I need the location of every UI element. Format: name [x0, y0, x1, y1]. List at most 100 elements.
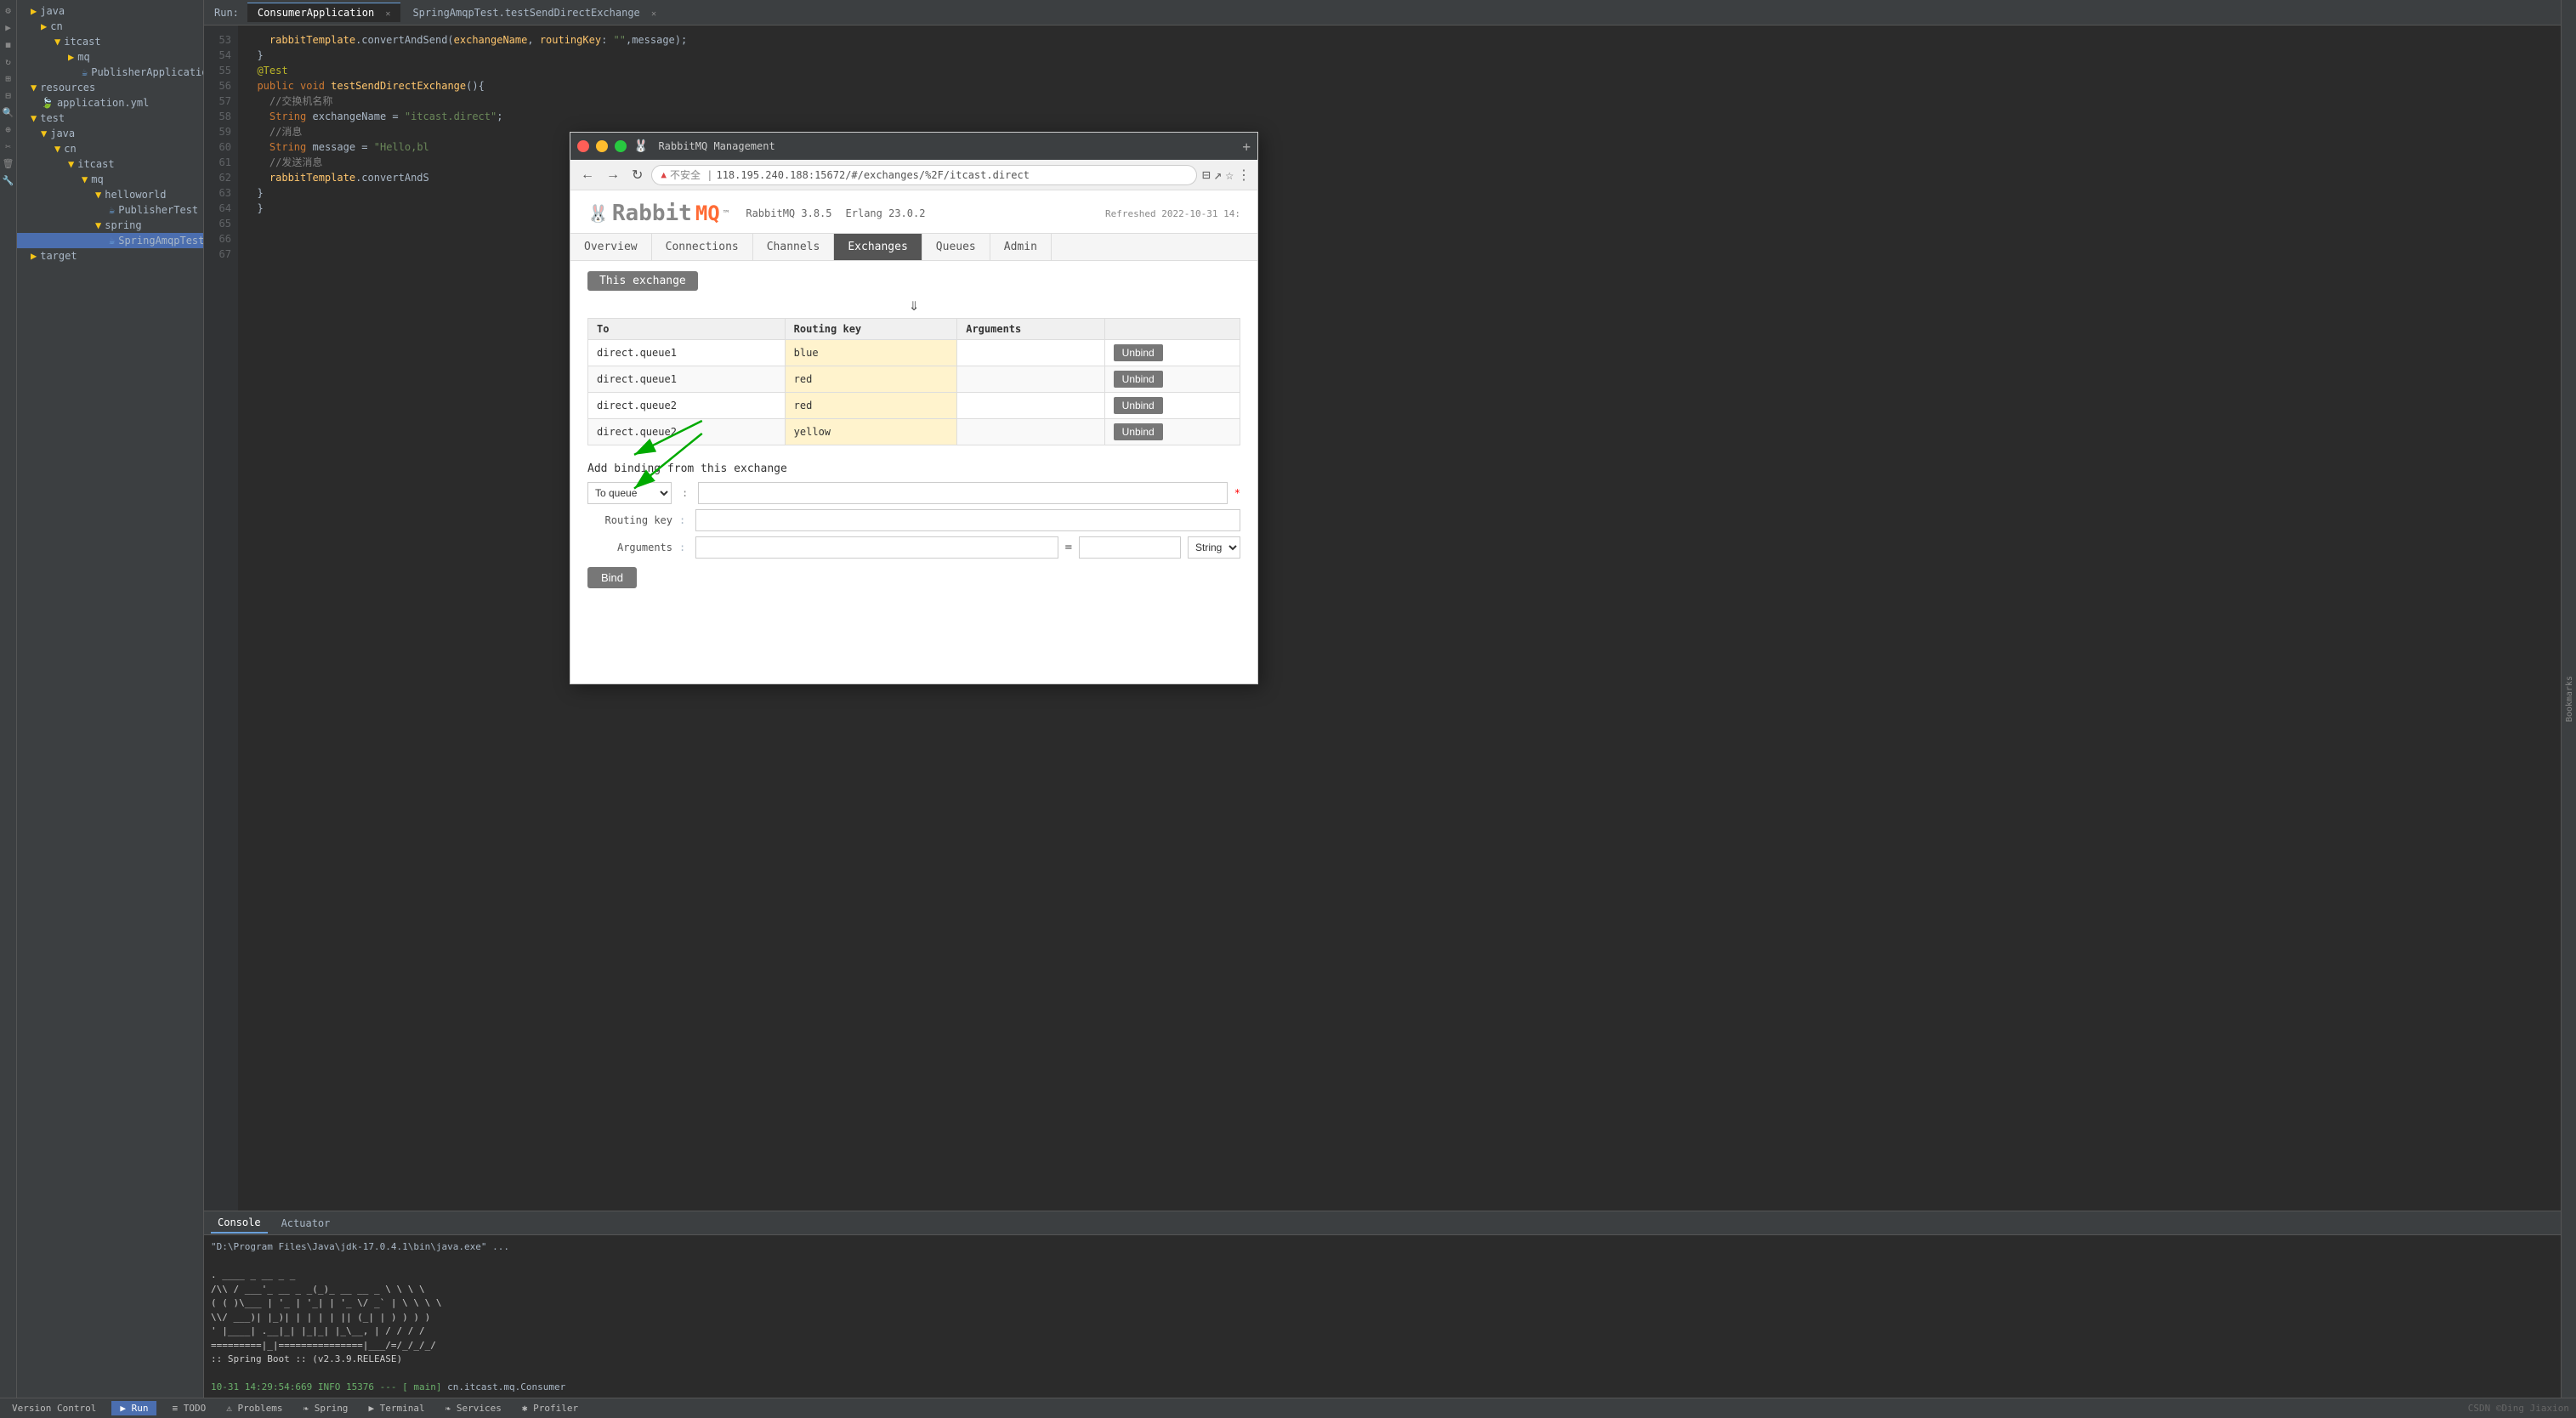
sidebar-bookmarks[interactable]: Bookmarks — [2563, 672, 2576, 725]
insecure-label: 不安全 | — [670, 167, 712, 182]
sidebar-icon-5[interactable]: ⊞ — [2, 71, 15, 85]
rmq-nav: Overview Connections Channels Exchanges … — [570, 234, 1257, 261]
back-button[interactable]: ← — [577, 166, 598, 184]
tree-spring[interactable]: ▼spring — [17, 218, 203, 233]
nav-queues[interactable]: Queues — [922, 234, 990, 260]
browser-min-btn[interactable] — [596, 140, 608, 152]
browser-max-btn[interactable] — [615, 140, 627, 152]
binding-unbind-1[interactable]: Unbind — [1104, 340, 1240, 366]
nav-exchanges[interactable]: Exchanges — [834, 234, 922, 260]
sidebar-icon-8[interactable]: ⊕ — [2, 122, 15, 136]
right-sidebar: Bookmarks Structure — [2561, 0, 2576, 1398]
tree-spring-amqp-test[interactable]: ☕SpringAmqpTest — [17, 233, 203, 248]
status-spring[interactable]: ❧ Spring — [298, 1403, 353, 1414]
binding-args-3 — [957, 393, 1104, 419]
tree-helloworld[interactable]: ▼helloworld — [17, 187, 203, 202]
tree-cn[interactable]: ▶cn — [17, 19, 203, 34]
tree-test[interactable]: ▼test — [17, 111, 203, 126]
string-type-select[interactable]: String — [1188, 536, 1240, 559]
required-star-dest: * — [1234, 487, 1240, 499]
binding-to-2: direct.queue1 — [588, 366, 786, 393]
nav-connections[interactable]: Connections — [652, 234, 753, 260]
sidebar-icon-3[interactable]: ◼ — [2, 37, 15, 51]
tree-publisher-test[interactable]: ☕PublisherTest — [17, 202, 203, 218]
sidebar-icon-10[interactable]: 🗑 — [2, 156, 15, 170]
rmq-rabbit-icon: 🐰 — [587, 203, 609, 224]
sidebar-icon-11[interactable]: 🔧 — [2, 173, 15, 187]
tree-yml[interactable]: 🍃application.yml — [17, 95, 203, 111]
tab-actuator[interactable]: Actuator — [275, 1214, 338, 1233]
status-todo[interactable]: ≡ TODO — [167, 1403, 211, 1414]
tab-spring-amqp-close[interactable]: ✕ — [651, 9, 656, 19]
status-services[interactable]: ❧ Services — [440, 1403, 507, 1414]
routing-key-input[interactable] — [695, 509, 1240, 531]
status-run[interactable]: ▶ Run — [111, 1401, 156, 1415]
sidebar-icon-6[interactable]: ⊟ — [2, 88, 15, 102]
tab-consumer-close[interactable]: ✕ — [385, 9, 390, 19]
rmq-refresh: Refreshed 2022-10-31 14: — [1105, 207, 1240, 220]
cast-icon[interactable]: ⊟ — [1202, 167, 1211, 183]
nav-overview[interactable]: Overview — [570, 234, 652, 260]
tree-test-java[interactable]: ▼java — [17, 126, 203, 141]
bind-button[interactable]: Bind — [587, 567, 637, 588]
status-version-control[interactable]: Version Control — [7, 1403, 101, 1414]
tree-java[interactable]: ▶java — [17, 3, 203, 19]
refresh-button[interactable]: ↻ — [628, 165, 646, 185]
code-line-54: } — [245, 48, 2554, 63]
unbind-btn-2[interactable]: Unbind — [1114, 371, 1163, 388]
binding-key-4: yellow — [785, 419, 957, 445]
watermark: CSDN ©Ding Jiaxion — [2468, 1403, 2569, 1414]
sidebar-icon-1[interactable]: ⚙ — [2, 3, 15, 17]
binding-unbind-2[interactable]: Unbind — [1104, 366, 1240, 393]
rabbitmq-logo-icon: 🐰 — [633, 139, 648, 153]
tree-test-itcast[interactable]: ▼itcast — [17, 156, 203, 172]
rmq-logo: 🐰 Rabbit MQ ™ RabbitMQ 3.8.5 Erlang 23.0… — [587, 201, 925, 226]
destination-input[interactable] — [698, 482, 1228, 504]
form-row-arguments: Arguments : = String — [587, 536, 1240, 559]
run-label: Run: — [207, 7, 246, 19]
unbind-btn-4[interactable]: Unbind — [1114, 423, 1163, 440]
nav-channels[interactable]: Channels — [753, 234, 835, 260]
sidebar-icon-7[interactable]: 🔍 — [2, 105, 15, 119]
console-blank2 — [211, 1367, 2554, 1381]
share-icon[interactable]: ↗ — [1214, 167, 1223, 183]
tree-itcast[interactable]: ▼itcast — [17, 34, 203, 49]
tab-console[interactable]: Console — [211, 1213, 268, 1234]
tab-spring-amqp[interactable]: SpringAmqpTest.testSendDirectExchange ✕ — [402, 3, 667, 22]
tree-test-cn[interactable]: ▼cn — [17, 141, 203, 156]
tree-publisher-app[interactable]: ☕PublisherApplication — [17, 65, 203, 80]
binding-unbind-4[interactable]: Unbind — [1104, 419, 1240, 445]
tree-test-mq[interactable]: ▼mq — [17, 172, 203, 187]
tree-resources[interactable]: ▼resources — [17, 80, 203, 95]
binding-unbind-3[interactable]: Unbind — [1104, 393, 1240, 419]
bookmark-icon[interactable]: ☆ — [1225, 167, 1234, 183]
address-bar[interactable]: ▲ 不安全 | 118.195.240.188:15672/#/exchange… — [651, 165, 1197, 185]
arguments-value-input[interactable] — [1079, 536, 1181, 559]
code-line-53: rabbitTemplate.convertAndSend(exchangeNa… — [245, 32, 2554, 48]
sidebar-icon-9[interactable]: ✂ — [2, 139, 15, 153]
tree-mq[interactable]: ▶mq — [17, 49, 203, 65]
tree-target[interactable]: ▶target — [17, 248, 203, 264]
status-terminal[interactable]: ▶ Terminal — [363, 1403, 429, 1414]
sidebar-icon-2[interactable]: ▶ — [2, 20, 15, 34]
new-tab-button[interactable]: + — [1242, 139, 1251, 155]
col-arguments: Arguments — [957, 319, 1104, 340]
tab-consumer-application[interactable]: ConsumerApplication ✕ — [247, 3, 401, 22]
unbind-btn-1[interactable]: Unbind — [1114, 344, 1163, 361]
status-problems[interactable]: ⚠ Problems — [221, 1403, 287, 1414]
status-profiler[interactable]: ✱ Profiler — [517, 1403, 583, 1414]
arguments-input[interactable] — [695, 536, 1058, 559]
menu-icon[interactable]: ⋮ — [1237, 167, 1251, 183]
browser-close-btn[interactable] — [577, 140, 589, 152]
file-tree: ▶java ▶cn ▼itcast ▶mq ☕PublisherApplicat… — [17, 0, 204, 1398]
nav-admin[interactable]: Admin — [990, 234, 1052, 260]
binding-row-1: direct.queue1 blue Unbind — [588, 340, 1240, 366]
form-row-destination: To queue To exchange : * — [587, 482, 1240, 504]
forward-button[interactable]: → — [603, 166, 623, 184]
binding-args-4 — [957, 419, 1104, 445]
unbind-btn-3[interactable]: Unbind — [1114, 397, 1163, 414]
sidebar-icon-4[interactable]: ↻ — [2, 54, 15, 68]
col-routing-key: Routing key — [785, 319, 957, 340]
destination-type-select[interactable]: To queue To exchange — [587, 482, 672, 504]
code-line-58: //交换机名称 — [245, 94, 2554, 109]
